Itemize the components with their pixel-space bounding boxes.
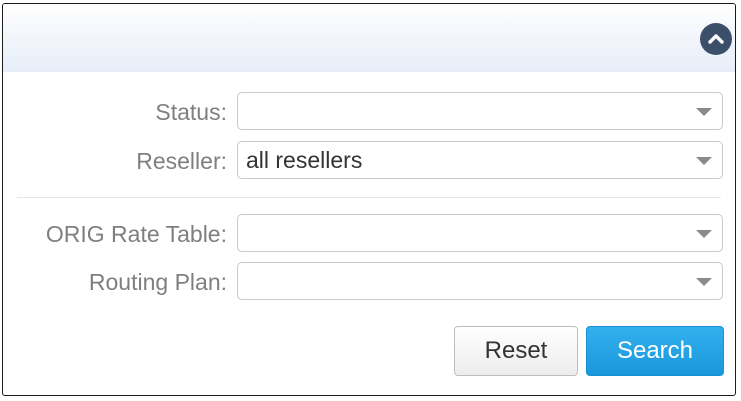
dropdown-arrow-icon <box>696 230 712 238</box>
dropdown-arrow-icon <box>696 278 712 286</box>
reseller-row: Reseller: all resellers <box>3 141 735 181</box>
status-select[interactable] <box>237 92 723 130</box>
reseller-label: Reseller: <box>136 148 227 174</box>
reseller-select[interactable]: all resellers <box>237 141 723 179</box>
routing-plan-select[interactable] <box>237 262 723 300</box>
dropdown-arrow-icon <box>696 157 712 165</box>
status-label: Status: <box>155 99 227 125</box>
routing-plan-row: Routing Plan: <box>3 262 735 302</box>
search-button[interactable]: Search <box>586 326 724 376</box>
orig-rate-table-label: ORIG Rate Table: <box>45 221 227 247</box>
collapse-button[interactable] <box>700 23 732 55</box>
orig-rate-table-select[interactable] <box>237 214 723 252</box>
orig-rate-table-row: ORIG Rate Table: <box>3 214 735 254</box>
routing-plan-label: Routing Plan: <box>88 269 227 295</box>
dropdown-arrow-icon <box>696 108 712 116</box>
chevron-up-icon <box>708 34 724 44</box>
reset-button[interactable]: Reset <box>454 326 578 376</box>
reseller-select-value: all resellers <box>246 147 363 173</box>
filter-panel: Status: Reseller: all resellers ORIG Rat… <box>2 3 736 396</box>
panel-header <box>3 4 735 72</box>
status-row: Status: <box>3 92 735 132</box>
section-divider <box>17 197 721 198</box>
